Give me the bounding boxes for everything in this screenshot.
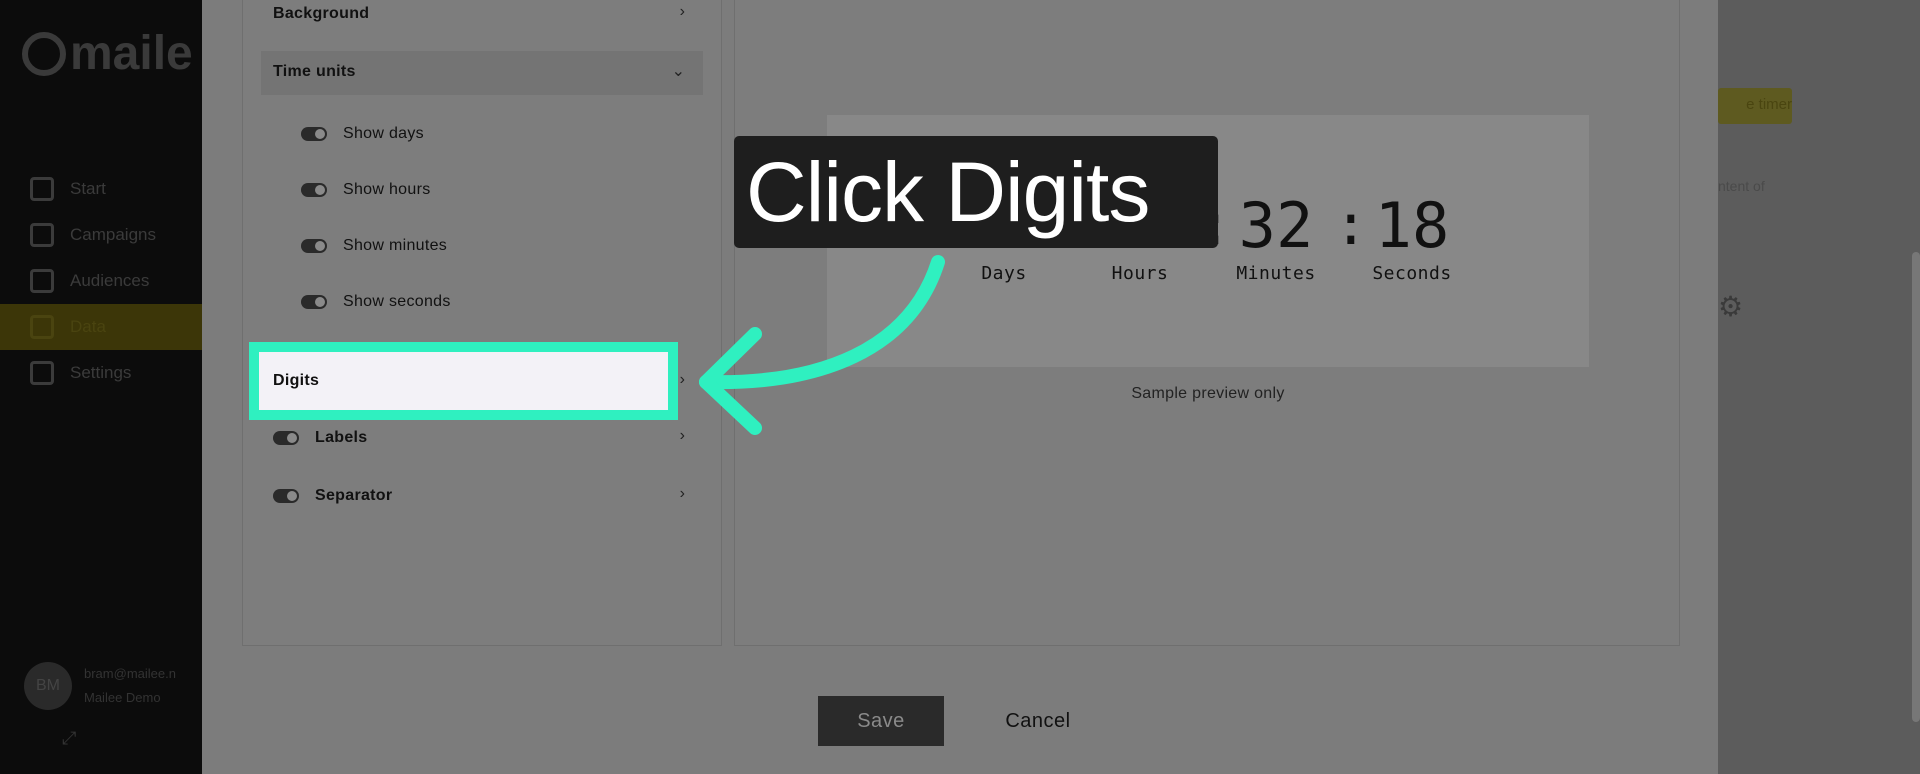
- nav-item-label: Campaigns: [70, 225, 156, 244]
- create-timer-button[interactable]: e timer: [1718, 88, 1792, 124]
- app-content-right: e timer ntent of ⚙: [1718, 0, 1920, 774]
- show-seconds-toggle[interactable]: [301, 295, 327, 309]
- nav-item-label: Start: [70, 179, 106, 198]
- labels-toggle[interactable]: [273, 431, 299, 445]
- expand-icon[interactable]: ⤢: [62, 728, 76, 749]
- nav-item-audiences[interactable]: Audiences: [0, 258, 202, 304]
- preview-panel: 05 Days : 14 Hours : 32 Minutes : 18 Sec…: [734, 0, 1680, 646]
- separator-label: Separator: [315, 487, 393, 504]
- app-sidebar: maile Start Campaigns Audiences Data Set…: [0, 0, 202, 774]
- megaphone-icon: [30, 223, 54, 247]
- user-email: bram@mailee.n: [84, 666, 176, 681]
- hours-label: Hours: [1111, 263, 1169, 284]
- chevron-down-icon[interactable]: ⌄: [672, 61, 685, 81]
- preview-note: Sample preview only: [1131, 385, 1285, 402]
- show-minutes-label: Show minutes: [343, 237, 448, 254]
- background-row[interactable]: Background: [273, 5, 369, 23]
- tutorial-callout: Click Digits: [734, 136, 1218, 248]
- nav-item-data[interactable]: Data: [0, 304, 202, 350]
- brand-name: maile: [70, 27, 193, 80]
- folder-icon: [30, 315, 54, 339]
- grid-icon: [30, 177, 54, 201]
- nav-item-campaigns[interactable]: Campaigns: [0, 212, 202, 258]
- chevron-right-icon[interactable]: ›: [680, 3, 685, 21]
- labels-row[interactable]: Labels: [273, 429, 368, 447]
- time-units-label: Time units: [273, 63, 356, 80]
- show-hours-row[interactable]: Show hours: [301, 181, 431, 199]
- gear-icon[interactable]: ⚙: [1718, 290, 1743, 323]
- show-days-row[interactable]: Show days: [301, 125, 424, 143]
- chevron-right-icon[interactable]: ›: [680, 371, 685, 389]
- show-minutes-row[interactable]: Show minutes: [301, 237, 447, 255]
- show-seconds-row[interactable]: Show seconds: [301, 293, 451, 311]
- separator-toggle[interactable]: [273, 489, 299, 503]
- show-minutes-toggle[interactable]: [301, 239, 327, 253]
- user-profile[interactable]: BM bram@mailee.n Mailee Demo: [24, 662, 176, 710]
- show-days-toggle[interactable]: [301, 127, 327, 141]
- nav-item-label: Audiences: [70, 271, 150, 290]
- save-button[interactable]: Save: [818, 696, 944, 746]
- avatar: BM: [24, 662, 72, 710]
- settings-panel: Background › Time units ⌄ Show days Show…: [242, 0, 722, 646]
- content-text: ntent of: [1718, 178, 1765, 194]
- nav-item-settings[interactable]: Settings: [0, 350, 202, 396]
- brand-logo: maile: [22, 26, 193, 81]
- chevron-right-icon[interactable]: ›: [680, 427, 685, 445]
- brand-mark-icon: [22, 31, 66, 76]
- nav-item-label: Settings: [70, 363, 132, 382]
- minutes-label: Minutes: [1236, 263, 1316, 284]
- nav-item-label: Data: [70, 317, 106, 336]
- show-seconds-label: Show seconds: [343, 293, 451, 310]
- labels-label: Labels: [315, 429, 368, 446]
- seconds-label: Seconds: [1372, 263, 1452, 284]
- show-days-label: Show days: [343, 125, 424, 142]
- separator-row[interactable]: Separator: [273, 487, 392, 505]
- cancel-button[interactable]: Cancel: [978, 696, 1098, 746]
- gear-icon: [30, 361, 54, 385]
- digits-label: Digits: [273, 372, 320, 389]
- chevron-right-icon[interactable]: ›: [680, 485, 685, 503]
- show-hours-toggle[interactable]: [301, 183, 327, 197]
- nav-item-start[interactable]: Start: [0, 166, 202, 212]
- scrollbar[interactable]: [1912, 252, 1920, 722]
- user-org: Mailee Demo: [84, 690, 161, 705]
- people-icon: [30, 269, 54, 293]
- show-hours-label: Show hours: [343, 181, 431, 198]
- main-nav: Start Campaigns Audiences Data Settings: [0, 166, 202, 396]
- digits-row[interactable]: Digits: [249, 342, 678, 420]
- days-label: Days: [981, 263, 1027, 284]
